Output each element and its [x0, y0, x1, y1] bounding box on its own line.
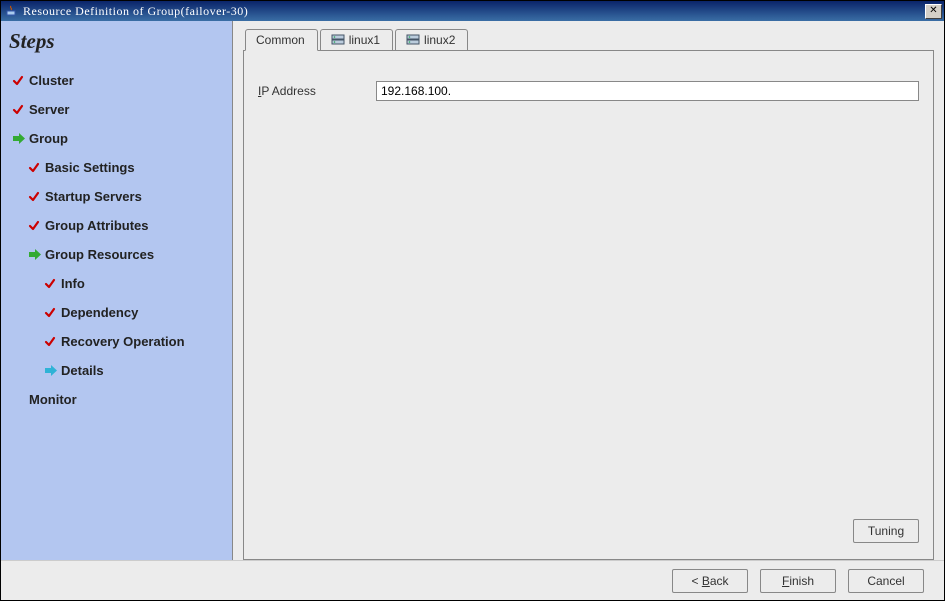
check-icon	[27, 191, 41, 203]
panel-footer: Tuning	[258, 517, 919, 549]
step-label: Cluster	[29, 73, 74, 88]
ip-address-row: IP Address	[258, 81, 919, 101]
step-item[interactable]: Basic Settings	[9, 153, 226, 182]
step-label: Group Resources	[45, 247, 154, 262]
step-item[interactable]: Recovery Operation	[9, 327, 226, 356]
finish-button[interactable]: Finish	[760, 569, 836, 593]
step-label: Monitor	[29, 392, 77, 407]
step-item[interactable]: Info	[9, 269, 226, 298]
step-item[interactable]: Details	[9, 356, 226, 385]
step-item[interactable]: Cluster	[9, 66, 226, 95]
tab-label: linux2	[424, 33, 455, 47]
tab[interactable]: linux2	[395, 29, 468, 50]
check-icon	[43, 278, 57, 290]
step-item[interactable]: Group Resources	[9, 240, 226, 269]
step-label: Details	[61, 363, 104, 378]
steps-list: Cluster Server Group Basic Settings Startup …	[9, 66, 226, 414]
tab-panel-common: IP Address Tuning	[243, 50, 934, 560]
step-label: Dependency	[61, 305, 138, 320]
cancel-button[interactable]: Cancel	[848, 569, 924, 593]
check-icon	[27, 220, 41, 232]
back-button[interactable]: < Back	[672, 569, 748, 593]
tab-label: linux1	[349, 33, 380, 47]
check-icon	[11, 75, 25, 87]
step-item[interactable]: Dependency	[9, 298, 226, 327]
step-label: Info	[61, 276, 85, 291]
step-item[interactable]: Group Attributes	[9, 211, 226, 240]
server-icon	[406, 34, 420, 46]
titlebar-text: Resource Definition of Group(failover-30…	[23, 4, 925, 19]
check-icon	[27, 162, 41, 174]
step-item[interactable]: Server	[9, 95, 226, 124]
arrow-right-blue-icon	[43, 365, 57, 376]
ip-address-label: IP Address	[258, 84, 376, 98]
tab[interactable]: Common	[245, 29, 318, 51]
java-app-icon	[5, 4, 19, 18]
titlebar: Resource Definition of Group(failover-30…	[1, 1, 944, 21]
step-label: Recovery Operation	[61, 334, 185, 349]
steps-sidebar: Steps Cluster Server Group Basic Settings St…	[1, 21, 233, 560]
ip-address-input[interactable]	[376, 81, 919, 101]
main-area: Steps Cluster Server Group Basic Settings St…	[1, 21, 944, 560]
close-button[interactable]: ✕	[925, 4, 942, 19]
dialog-button-bar: < Back Finish Cancel	[1, 560, 944, 600]
step-label: Startup Servers	[45, 189, 142, 204]
tuning-button[interactable]: Tuning	[853, 519, 919, 543]
tab[interactable]: linux1	[320, 29, 393, 50]
dialog-window: Resource Definition of Group(failover-30…	[0, 0, 945, 601]
content-pane: Common linux1 linux2 IP Address Tuning	[233, 21, 944, 560]
step-label: Basic Settings	[45, 160, 135, 175]
arrow-right-green-icon	[27, 249, 41, 260]
step-label: Group	[29, 131, 68, 146]
check-icon	[43, 307, 57, 319]
sidebar-title: Steps	[9, 29, 226, 54]
tab-label: Common	[256, 33, 305, 47]
step-label: Group Attributes	[45, 218, 149, 233]
arrow-right-green-icon	[11, 133, 25, 144]
step-item[interactable]: Group	[9, 124, 226, 153]
server-icon	[331, 34, 345, 46]
check-icon	[11, 104, 25, 116]
step-label: Server	[29, 102, 69, 117]
step-item[interactable]: Monitor	[9, 385, 226, 414]
dialog-body: Steps Cluster Server Group Basic Settings St…	[1, 21, 944, 600]
step-item[interactable]: Startup Servers	[9, 182, 226, 211]
check-icon	[43, 336, 57, 348]
tab-strip: Common linux1 linux2	[245, 29, 934, 50]
